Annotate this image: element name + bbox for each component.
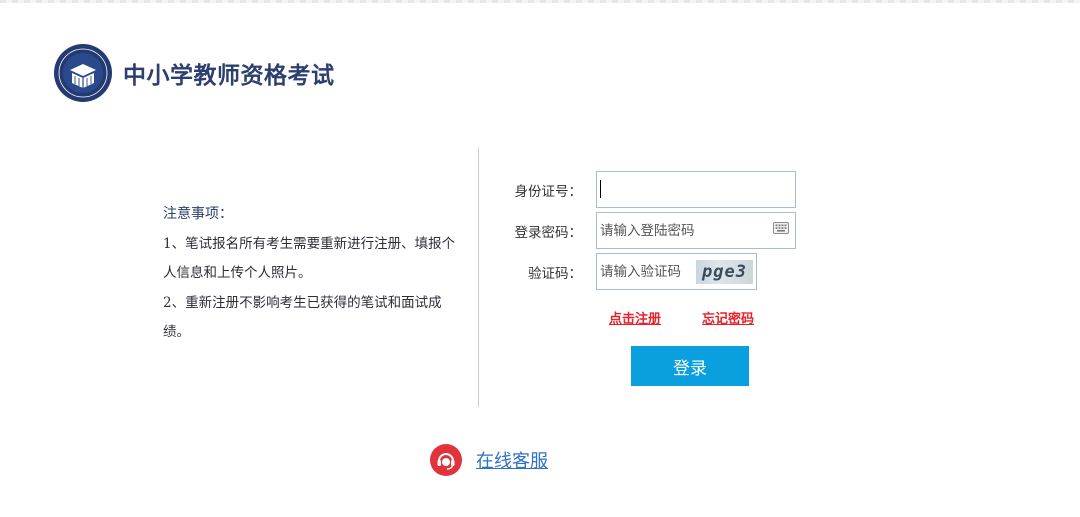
id-input[interactable] xyxy=(597,172,790,207)
captcha-row: 验证码： pge3 xyxy=(500,253,757,290)
top-border xyxy=(0,0,1080,3)
register-link[interactable]: 点击注册 xyxy=(609,308,661,327)
site-title: 中小学教师资格考试 xyxy=(123,63,335,89)
login-button[interactable]: 登录 xyxy=(631,346,749,386)
text-caret xyxy=(600,180,601,198)
notice-panel: 注意事项： 1、笔试报名所有考生需要重新进行注册、填报个人信息和上传个人照片。 … xyxy=(163,200,463,348)
password-label: 登录密码： xyxy=(514,224,583,241)
site-header: 中小学教师资格考试 xyxy=(53,42,335,104)
id-field[interactable] xyxy=(596,171,796,208)
forgot-password-link[interactable]: 忘记密码 xyxy=(702,308,754,327)
id-label: 身份证号： xyxy=(514,183,583,200)
keyboard-icon[interactable] xyxy=(773,222,789,234)
exam-logo-icon xyxy=(54,44,112,102)
online-service[interactable]: 在线客服 xyxy=(430,444,548,476)
online-service-link[interactable]: 在线客服 xyxy=(476,447,548,473)
password-row: 登录密码： xyxy=(500,212,796,249)
password-input[interactable] xyxy=(597,213,765,248)
id-row: 身份证号： xyxy=(500,171,796,208)
notice-item: 2、重新注册不影响考生已获得的笔试和面试成绩。 xyxy=(163,294,442,341)
customer-service-icon[interactable] xyxy=(430,444,462,476)
password-field[interactable] xyxy=(596,212,796,249)
notice-item: 1、笔试报名所有考生需要重新进行注册、填报个人信息和上传个人照片。 xyxy=(163,235,456,282)
captcha-label: 验证码： xyxy=(528,265,582,282)
vertical-divider xyxy=(478,148,479,407)
notice-title: 注意事项： xyxy=(163,206,233,222)
captcha-image[interactable]: pge3 xyxy=(696,259,753,284)
captcha-input[interactable] xyxy=(597,254,696,289)
captcha-field[interactable]: pge3 xyxy=(596,253,757,290)
